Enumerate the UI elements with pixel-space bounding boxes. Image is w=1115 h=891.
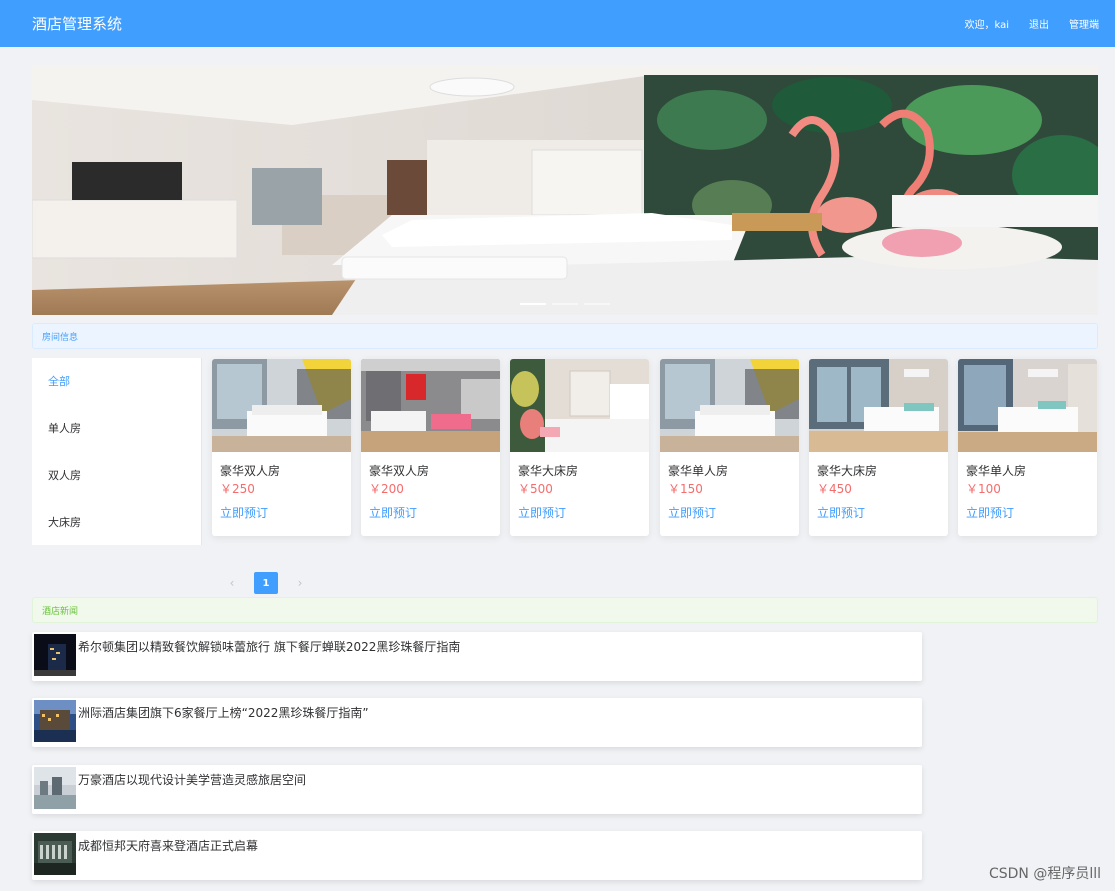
- room-card[interactable]: 豪华大床房 ￥500 立即预订: [510, 359, 649, 536]
- room-price: ￥250: [220, 482, 255, 496]
- category-double[interactable]: 双人房: [32, 452, 201, 499]
- csdn-watermark: CSDN @程序员lll: [988, 866, 1101, 882]
- room-category-menu: 全部 单人房 双人房 大床房: [32, 358, 202, 545]
- category-king[interactable]: 大床房: [32, 499, 201, 546]
- room-card[interactable]: 豪华单人房 ￥150 立即预订: [660, 359, 799, 536]
- room-card[interactable]: 豪华大床房 ￥450 立即预订: [809, 359, 948, 536]
- news-thumbnail: [34, 700, 76, 742]
- carousel-indicator-3[interactable]: [584, 303, 610, 305]
- pagination: ‹ 1 ›: [220, 572, 312, 594]
- room-card[interactable]: 豪华双人房 ￥200 立即预订: [361, 359, 500, 536]
- room-name: 豪华双人房: [220, 464, 281, 478]
- carousel-indicator-2[interactable]: [552, 303, 578, 305]
- room-price: ￥500: [518, 482, 553, 496]
- book-now-link[interactable]: 立即预订: [817, 504, 865, 521]
- room-price: ￥100: [966, 482, 1001, 496]
- next-page-button[interactable]: ›: [288, 572, 312, 594]
- news-item[interactable]: 希尔顿集团以精致餐饮解锁味蕾旅行 旗下餐厅蝉联2022黑珍珠餐厅指南: [32, 632, 922, 681]
- news-thumbnail: [34, 833, 76, 875]
- news-item[interactable]: 万豪酒店以现代设计美学营造灵感旅居空间: [32, 765, 922, 814]
- book-now-link[interactable]: 立即预订: [369, 504, 417, 521]
- carousel-indicator-1[interactable]: [520, 303, 546, 305]
- category-all[interactable]: 全部: [32, 358, 201, 405]
- book-now-link[interactable]: 立即预订: [668, 504, 716, 521]
- room-price: ￥200: [369, 482, 404, 496]
- category-single[interactable]: 单人房: [32, 405, 201, 452]
- book-now-link[interactable]: 立即预订: [966, 504, 1014, 521]
- news-title[interactable]: 万豪酒店以现代设计美学营造灵感旅居空间: [78, 771, 306, 788]
- news-title[interactable]: 希尔顿集团以精致餐饮解锁味蕾旅行 旗下餐厅蝉联2022黑珍珠餐厅指南: [78, 638, 460, 655]
- room-name: 豪华单人房: [668, 464, 729, 478]
- app-title: 酒店管理系统: [32, 15, 123, 33]
- welcome-user-link[interactable]: 欢迎，kai: [964, 16, 1009, 31]
- admin-link[interactable]: 管理端: [1069, 16, 1099, 31]
- room-name: 豪华单人房: [966, 464, 1027, 478]
- book-now-link[interactable]: 立即预订: [518, 504, 566, 521]
- hotel-room-banner-image: [32, 65, 1098, 315]
- room-card[interactable]: 豪华单人房 ￥100 立即预订: [958, 359, 1097, 536]
- room-price: ￥150: [668, 482, 703, 496]
- news-thumbnail: [34, 767, 76, 809]
- news-item[interactable]: 洲际酒店集团旗下6家餐厅上榜“2022黑珍珠餐厅指南”: [32, 698, 922, 747]
- rooms-section-header: 房间信息: [32, 323, 1098, 349]
- room-price: ￥450: [817, 482, 852, 496]
- room-name: 豪华双人房: [369, 464, 430, 478]
- room-photo: [361, 359, 500, 452]
- top-nav-links: 欢迎，kai 退出 管理端: [964, 16, 1099, 31]
- news-thumbnail: [34, 634, 76, 676]
- room-name: 豪华大床房: [518, 464, 579, 478]
- page-number-1[interactable]: 1: [254, 572, 278, 594]
- book-now-link[interactable]: 立即预订: [220, 504, 268, 521]
- news-title[interactable]: 洲际酒店集团旗下6家餐厅上榜“2022黑珍珠餐厅指南”: [78, 704, 369, 721]
- room-photo: [212, 359, 351, 452]
- news-section-header: 酒店新闻: [32, 597, 1098, 623]
- hotel-banner-carousel[interactable]: [32, 65, 1098, 315]
- news-title[interactable]: 成都恒邦天府喜来登酒店正式启幕: [78, 837, 258, 854]
- room-photo: [809, 359, 948, 452]
- room-photo: [510, 359, 649, 452]
- room-photo: [958, 359, 1097, 452]
- top-navbar: 酒店管理系统 欢迎，kai 退出 管理端: [0, 0, 1115, 47]
- prev-page-button[interactable]: ‹: [220, 572, 244, 594]
- room-name: 豪华大床房: [817, 464, 878, 478]
- news-item[interactable]: 成都恒邦天府喜来登酒店正式启幕: [32, 831, 922, 880]
- carousel-indicators: [32, 303, 1098, 305]
- logout-link[interactable]: 退出: [1029, 16, 1049, 31]
- room-photo: [660, 359, 799, 452]
- room-card[interactable]: 豪华双人房 ￥250 立即预订: [212, 359, 351, 536]
